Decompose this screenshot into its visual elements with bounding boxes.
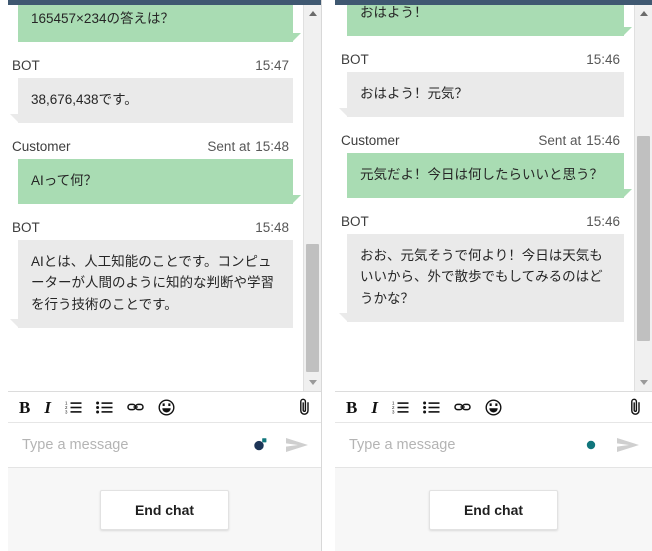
- message-input[interactable]: [22, 437, 251, 453]
- message-bubble: おはよう！: [347, 5, 632, 36]
- link-icon[interactable]: [127, 401, 144, 413]
- message-sender: Customer: [12, 138, 71, 154]
- sent-at-label: Sent at: [207, 138, 251, 154]
- message-meta: BOT 15:48: [8, 220, 293, 240]
- message-time: Sent at 15:48: [207, 139, 289, 154]
- emoji-icon[interactable]: [485, 398, 502, 416]
- bullet-list-icon[interactable]: [96, 400, 113, 414]
- timestamp: 15:48: [255, 219, 289, 235]
- attachment-icon[interactable]: [297, 397, 312, 417]
- message-bubble: AIとは、人工知能のことです。コンピューターが人間のように知的な判断や学習を行う…: [10, 239, 293, 329]
- timestamp: 15:47: [255, 57, 289, 73]
- chat-panel-right: おはよう！ BOT 15:46 おはよう！元気？ Customer Sent a…: [329, 0, 652, 551]
- message-meta: BOT 15:46: [337, 214, 624, 234]
- message-bubble: おはよう！元気？: [339, 71, 624, 117]
- bold-icon[interactable]: B: [346, 399, 357, 416]
- message-bubble: AIって何？: [18, 158, 301, 204]
- bot-badge-icon[interactable]: [251, 436, 269, 454]
- message-time: Sent at 15:46: [538, 133, 620, 148]
- message-composer-right: B I 123: [335, 391, 652, 467]
- formatting-toolbar: B I 123: [8, 392, 321, 423]
- message-list-left[interactable]: 165457×234の答えは？ BOT 15:47 38,676,438です。 …: [0, 5, 303, 391]
- message-meta: BOT 15:47: [8, 58, 293, 78]
- message-composer-left: B I 123: [8, 391, 321, 467]
- timestamp: 15:46: [586, 132, 620, 148]
- teal-dot-icon[interactable]: [582, 436, 600, 454]
- chat-footer-left: End chat: [8, 467, 321, 551]
- scrollbar-thumb[interactable]: [306, 244, 319, 372]
- message-bubble: おお、元気そうで何より！今日は天気もいいから、外で散歩でもしてみるのはどうかな？: [339, 233, 624, 323]
- message-meta: Customer Sent at 15:46: [337, 133, 624, 153]
- chat-panel-left: 165457×234の答えは？ BOT 15:47 38,676,438です。 …: [0, 0, 322, 551]
- message-sender: Customer: [341, 132, 400, 148]
- message-bubble: 38,676,438です。: [10, 77, 293, 123]
- bullet-list-icon[interactable]: [423, 400, 440, 414]
- scroll-up-arrow-icon[interactable]: [304, 5, 321, 22]
- message-meta: Customer Sent at 15:48: [8, 139, 293, 159]
- sent-at-label: Sent at: [538, 132, 582, 148]
- message-input-row: [8, 423, 321, 467]
- message-time: 15:48: [250, 220, 289, 235]
- message-list-right[interactable]: おはよう！ BOT 15:46 おはよう！元気？ Customer Sent a…: [329, 5, 634, 391]
- svg-text:3: 3: [392, 409, 395, 414]
- message-sender: BOT: [12, 219, 40, 235]
- conversation-scrollbar[interactable]: [634, 5, 652, 391]
- message-sender: BOT: [12, 57, 40, 73]
- message-bubble: 元気だよ！今日は何したらいいと思う？: [347, 152, 632, 198]
- italic-icon[interactable]: I: [44, 399, 51, 416]
- message-time: 15:46: [581, 214, 620, 229]
- scrollbar-thumb[interactable]: [637, 136, 650, 341]
- numbered-list-icon[interactable]: 123: [65, 400, 82, 414]
- end-chat-button[interactable]: End chat: [428, 489, 559, 530]
- svg-text:3: 3: [65, 409, 68, 414]
- attachment-icon[interactable]: [628, 397, 643, 417]
- timestamp: 15:46: [586, 51, 620, 67]
- numbered-list-icon[interactable]: 123: [392, 400, 409, 414]
- message-sender: BOT: [341, 51, 369, 67]
- chat-footer-right: End chat: [335, 467, 652, 551]
- italic-icon[interactable]: I: [371, 399, 378, 416]
- conversation-area-left: 165457×234の答えは？ BOT 15:47 38,676,438です。 …: [0, 5, 321, 391]
- conversation-scrollbar[interactable]: [303, 5, 321, 391]
- chat-widget-comparison: 165457×234の答えは？ BOT 15:47 38,676,438です。 …: [0, 0, 652, 551]
- timestamp: 15:46: [586, 213, 620, 229]
- end-chat-button[interactable]: End chat: [99, 489, 230, 530]
- message-time: 15:46: [581, 52, 620, 67]
- timestamp: 15:48: [255, 138, 289, 154]
- message-time: 15:47: [250, 58, 289, 73]
- message-input[interactable]: [349, 437, 582, 453]
- message-sender: BOT: [341, 213, 369, 229]
- emoji-icon[interactable]: [158, 398, 175, 416]
- scroll-up-arrow-icon[interactable]: [635, 5, 652, 22]
- send-icon[interactable]: [616, 437, 640, 453]
- scroll-down-arrow-icon[interactable]: [304, 374, 321, 391]
- bold-icon[interactable]: B: [19, 399, 30, 416]
- formatting-toolbar: B I 123: [335, 392, 652, 423]
- message-bubble: 165457×234の答えは？: [18, 5, 301, 42]
- scroll-down-arrow-icon[interactable]: [635, 374, 652, 391]
- message-meta: BOT 15:46: [337, 52, 624, 72]
- message-input-row: [335, 423, 652, 467]
- send-icon[interactable]: [285, 437, 309, 453]
- link-icon[interactable]: [454, 401, 471, 413]
- conversation-area-right: おはよう！ BOT 15:46 おはよう！元気？ Customer Sent a…: [329, 5, 652, 391]
